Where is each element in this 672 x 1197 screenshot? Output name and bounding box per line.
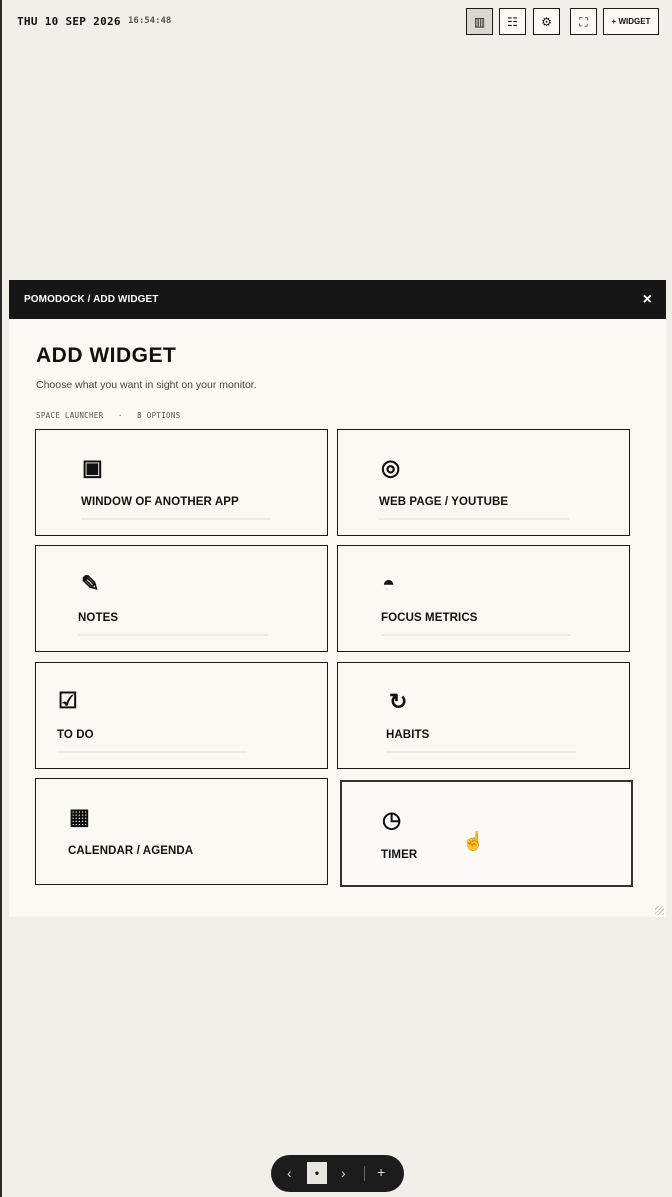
grid-view-button[interactable]: ▥ <box>466 8 493 35</box>
widget-card-description <box>386 751 576 753</box>
widget-card-window[interactable]: ▣ WINDOW OF ANOTHER APP <box>35 429 328 536</box>
settings-gear-icon: ⚙ <box>541 14 552 29</box>
widget-card-focus-metrics[interactable]: ◓ FOCUS METRICS <box>337 545 630 652</box>
widget-card-calendar[interactable]: ▦ CALENDAR / AGENDA <box>35 778 328 885</box>
page-switcher: ‹ • › + <box>271 1155 404 1192</box>
widget-card-label: TIMER <box>381 849 418 861</box>
widget-card-label: CALENDAR / AGENDA <box>68 845 194 857</box>
modal-header: POMODOCK / ADD WIDGET × <box>9 280 666 319</box>
add-widget-modal: POMODOCK / ADD WIDGET × ADD WIDGET Choos… <box>9 280 666 917</box>
widget-card-description <box>379 518 569 520</box>
modal-title: ADD WIDGET <box>36 344 177 367</box>
web-page-icon: ◎ <box>381 455 401 480</box>
refresh-icon: ↻ <box>389 689 408 714</box>
grid-view-icon: ▥ <box>473 14 486 29</box>
widget-card-habits[interactable]: ↻ HABITS <box>337 662 630 769</box>
hand-pointer-icon: ☝ <box>462 831 485 851</box>
time-display: 16:54:48 <box>128 16 172 26</box>
widget-card-label: HABITS <box>386 729 430 741</box>
checkbox-icon: ☑ <box>58 688 78 713</box>
widget-card-label: FOCUS METRICS <box>381 612 478 624</box>
widget-card-notes[interactable]: ✎ NOTES <box>35 545 328 652</box>
list-view-icon: ☷ <box>507 14 518 29</box>
widget-card-label: WEB PAGE / YOUTUBE <box>379 496 509 508</box>
widget-card-web-page[interactable]: ◎ WEB PAGE / YOUTUBE <box>337 429 630 536</box>
window-icon: ▣ <box>82 455 103 480</box>
widget-card-description <box>57 751 247 753</box>
resize-grip[interactable] <box>655 906 664 915</box>
settings-button[interactable]: ⚙ <box>533 8 560 35</box>
list-view-button[interactable]: ☷ <box>499 8 526 35</box>
widget-card-label: NOTES <box>78 612 119 624</box>
launcher-meta: SPACE LAUNCHER · 8 OPTIONS <box>36 411 181 420</box>
widget-card-description <box>78 634 268 636</box>
widget-card-label: TO DO <box>57 729 94 741</box>
pencil-icon: ✎ <box>81 571 100 596</box>
widget-card-description <box>381 634 571 636</box>
prev-page-icon[interactable]: ‹ <box>287 1166 292 1180</box>
top-bar: THU 10 SEP 2026 16:54:48 ▥ ☷ ⚙ ⛶ + WIDGE… <box>0 0 672 44</box>
clock-icon: ◷ <box>382 807 402 832</box>
widget-card-label: WINDOW OF ANOTHER APP <box>81 496 239 508</box>
widget-card-description <box>81 518 271 520</box>
widget-card-timer[interactable]: ◷ TIMER ☝ <box>340 780 633 887</box>
next-page-icon[interactable]: › <box>341 1166 346 1180</box>
add-page-icon[interactable]: + <box>377 1165 385 1179</box>
page-dot-icon: • <box>314 1166 320 1180</box>
widget-card-todo[interactable]: ☑ TO DO <box>35 662 328 769</box>
half-circle-icon: ◓ <box>382 571 396 596</box>
pager-divider <box>364 1166 365 1181</box>
add-widget-button[interactable]: + WIDGET <box>603 8 659 35</box>
breadcrumb: POMODOCK / ADD WIDGET <box>24 294 159 305</box>
window-edge <box>0 0 2 1197</box>
modal-subtitle: Choose what you want in sight on your mo… <box>36 379 257 391</box>
fullscreen-button[interactable]: ⛶ <box>570 8 597 35</box>
current-page-indicator[interactable]: • <box>307 1162 327 1184</box>
close-icon[interactable]: × <box>643 291 652 309</box>
fullscreen-icon: ⛶ <box>579 14 588 29</box>
calendar-grid-icon: ▦ <box>69 804 90 829</box>
date-display: THU 10 SEP 2026 <box>17 15 121 28</box>
